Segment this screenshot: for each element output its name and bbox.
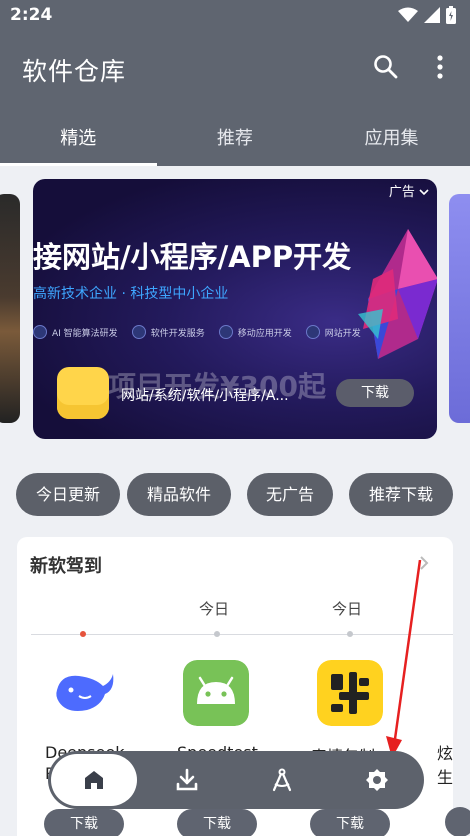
more-vert-icon[interactable] [436, 54, 444, 84]
tab-indicator [0, 163, 157, 166]
wifi-icon [398, 7, 418, 22]
battery-icon [446, 6, 456, 24]
code-icon [131, 325, 146, 339]
chip-no-ads[interactable]: 无广告 [247, 473, 333, 516]
carousel-prev-card[interactable] [0, 194, 20, 423]
ad-banner[interactable]: 广告 接网站/小程序/APP开发 高新技术企业 · 科技型中小企业 AI 智能算… [33, 179, 437, 439]
app-item[interactable]: 表情包制 [311, 660, 383, 766]
timeline-dot [80, 631, 86, 637]
page-title: 软件仓库 [22, 57, 127, 86]
bottom-nav [48, 751, 424, 809]
section-title: 新软驾到 [30, 556, 102, 577]
chip-recommended-downloads[interactable]: 推荐下载 [349, 473, 453, 516]
nav-settings[interactable] [362, 765, 392, 795]
next-card-peek[interactable]: 炫 生 [437, 740, 453, 788]
banner-app-name: 网站/系统/软件/小程序/A... [121, 388, 289, 404]
app-download-button[interactable]: 下载 [177, 809, 257, 836]
download-icon [176, 768, 198, 791]
compass-icon [272, 768, 292, 792]
app-header: 2:24 软件仓库 精选 推荐 应用集 [0, 0, 470, 166]
android-icon [183, 660, 249, 726]
status-icons [398, 6, 456, 24]
chevron-right-icon[interactable] [419, 555, 429, 571]
app-name: 炫 [437, 744, 454, 763]
app-item[interactable]: Speedtest [177, 660, 258, 762]
ai-icon [33, 325, 47, 339]
ad-label: 广告 [388, 185, 415, 200]
timeline-line [31, 634, 453, 635]
status-time: 2:24 [10, 5, 53, 25]
day-label: 今日 [332, 600, 363, 618]
mobile-icon [218, 325, 233, 339]
search-icon[interactable] [373, 54, 399, 84]
chip-today-updates[interactable]: 今日更新 [16, 473, 120, 516]
filter-chips: 今日更新 精品软件 无广告 推荐下载 [0, 473, 470, 517]
chip-premium-software[interactable]: 精品软件 [127, 473, 231, 516]
nav-discover[interactable] [267, 765, 297, 795]
emoji-maker-icon [317, 660, 383, 726]
ad-badge[interactable]: 广告 [389, 181, 429, 200]
banner-feature: 软件开发服务 [131, 325, 205, 339]
deepseek-whale-icon [51, 660, 117, 726]
tab-collections[interactable]: 应用集 [313, 118, 470, 166]
app-download-button[interactable]: 下载 [44, 809, 124, 836]
app-item[interactable]: Deepseek R... [45, 660, 124, 783]
banner-feature: AI 智能算法研发 [33, 325, 118, 339]
settings-icon [366, 769, 388, 791]
app-name-line2: 生 [437, 768, 454, 787]
app-download-button[interactable] [445, 807, 470, 836]
app-download-button[interactable]: 下载 [310, 809, 390, 836]
day-label: 今日 [199, 600, 230, 618]
tab-featured[interactable]: 精选 [0, 118, 157, 166]
banner-feature-list: AI 智能算法研发 软件开发服务 移动应用开发 网站开发 [33, 325, 361, 339]
banner-feature: 移动应用开发 [218, 325, 292, 339]
nav-home[interactable] [51, 754, 137, 806]
banner-app-bar: 网站/系统/软件/小程序/A... 下载 [57, 367, 414, 419]
nav-downloads[interactable] [172, 765, 202, 795]
banner-subheadline: 高新技术企业 · 科技型中小企业 [33, 286, 229, 302]
folder-app-icon [57, 367, 109, 419]
carousel-next-card[interactable] [449, 194, 470, 423]
signal-icon [424, 7, 440, 23]
globe-icon [305, 325, 320, 339]
banner-download-button[interactable]: 下载 [336, 379, 414, 407]
chevron-down-icon [419, 189, 429, 196]
crystal-graphic [358, 229, 437, 359]
banner-headline: 接网站/小程序/APP开发 [33, 240, 352, 274]
tab-bar: 精选 推荐 应用集 [0, 118, 470, 166]
timeline-dot [347, 631, 353, 637]
timeline-dot [214, 631, 220, 637]
banner-feature: 网站开发 [305, 325, 361, 339]
home-icon [85, 771, 103, 789]
tab-recommended[interactable]: 推荐 [157, 118, 314, 166]
